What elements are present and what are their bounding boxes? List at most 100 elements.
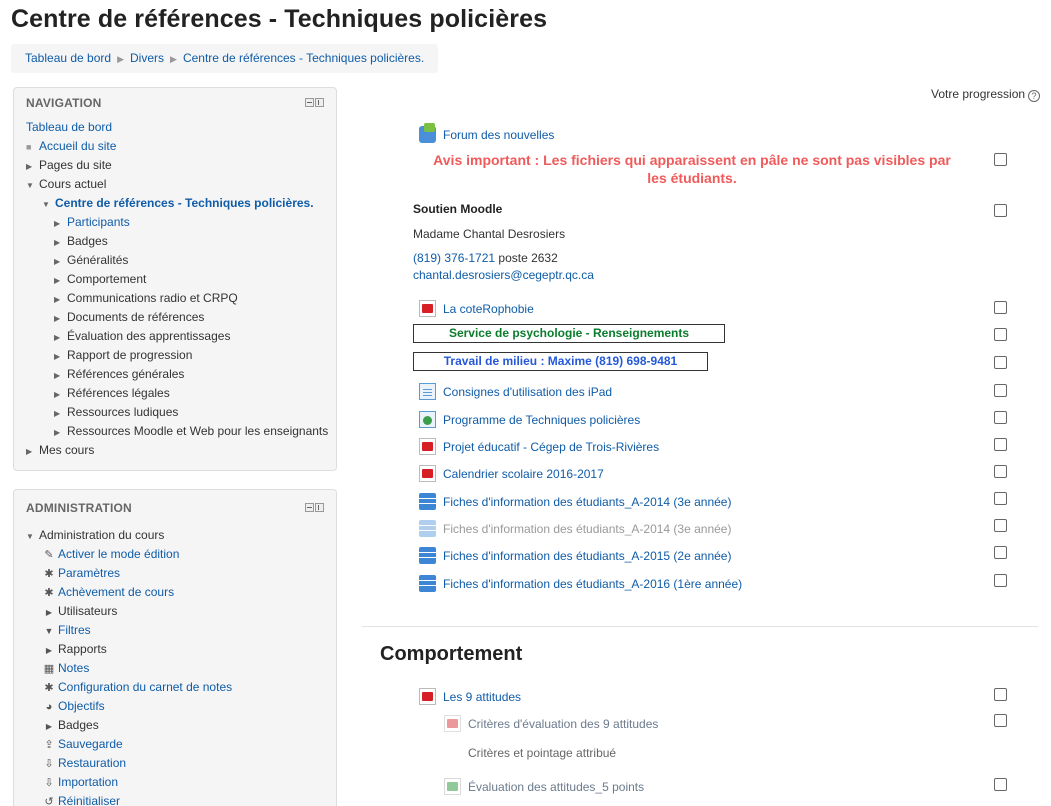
nav-course-name[interactable]: Centre de références - Techniques polici… — [55, 196, 314, 210]
completion-checkbox[interactable] — [994, 492, 1007, 505]
triangle-down-icon: ▼ — [26, 532, 34, 541]
admin-filters[interactable]: Filtres — [58, 623, 91, 637]
admin-reports[interactable]: ▶ Rapports — [26, 640, 324, 659]
admin-gradebook-setup[interactable]: Configuration du carnet de notes — [58, 680, 232, 694]
nav-ressources-ludiques[interactable]: ▶ Ressources ludiques — [26, 403, 324, 422]
admin-backup[interactable]: Sauvegarde — [58, 737, 123, 751]
navigation-tree: Tableau de bord ■ Accueil du site ▶ Pages … — [26, 118, 328, 460]
completion-checkbox[interactable] — [994, 328, 1007, 341]
reset-icon: ↺ — [44, 796, 54, 806]
fiche-2016-link[interactable]: Fiches d'information des étudiants_A-201… — [443, 577, 742, 591]
triangle-right-icon: ▶ — [54, 295, 61, 304]
triangle-right-icon: ▶ — [54, 352, 61, 361]
calendrier-link[interactable]: Calendrier scolaire 2016-2017 — [443, 467, 604, 481]
nav-documents[interactable]: ▶ Documents de références — [26, 308, 324, 327]
support-email-link[interactable]: chantal.desrosiers@cegeptr.qc.ca — [413, 268, 594, 282]
nav-site-pages[interactable]: ▶ Pages du site — [26, 156, 324, 175]
support-phone-line: (819) 376-1721 poste 2632 — [413, 251, 558, 265]
download-icon: ⇩ — [44, 777, 54, 789]
forum-news-link[interactable]: Forum des nouvelles — [443, 128, 554, 142]
nav-ressources-moodle[interactable]: ▶ Ressources Moodle et Web pour les ensei… — [26, 422, 328, 441]
pdf-icon — [419, 465, 436, 482]
completion-checkbox[interactable] — [994, 204, 1007, 217]
admin-outcomes[interactable]: Objectifs — [58, 699, 105, 713]
admin-users[interactable]: ▶ Utilisateurs — [26, 602, 324, 621]
admin-grades[interactable]: Notes — [58, 661, 89, 675]
page-icon — [419, 383, 436, 400]
fiche-2014-link[interactable]: Fiches d'information des étudiants_A-201… — [443, 495, 731, 509]
database-icon — [419, 547, 436, 564]
admin-reset[interactable]: Réinitialiser — [58, 794, 120, 806]
evaluation-attitudes-link[interactable]: Évaluation des attitudes_5 points — [468, 780, 644, 794]
completion-checkbox[interactable] — [994, 438, 1007, 451]
triangle-right-icon: ▶ — [54, 409, 61, 418]
fiche-2014-hidden-link[interactable]: Fiches d'information des étudiants_A-201… — [443, 522, 731, 536]
completion-checkbox[interactable] — [994, 153, 1007, 166]
nav-rapport[interactable]: ▶ Rapport de progression — [26, 346, 324, 365]
pencil-icon: ✎ — [44, 549, 54, 561]
section-divider — [362, 626, 1038, 627]
breadcrumb-dashboard[interactable]: Tableau de bord — [25, 51, 111, 65]
gear-icon: ✱ — [44, 568, 54, 580]
admin-course-administration[interactable]: ▼ Administration du cours — [26, 526, 324, 545]
admin-edit-mode[interactable]: Activer le mode édition — [58, 547, 179, 561]
nav-dashboard[interactable]: Tableau de bord — [26, 120, 112, 134]
breadcrumb-course[interactable]: Centre de références - Techniques polici… — [183, 51, 424, 65]
admin-import[interactable]: Importation — [58, 775, 118, 789]
completion-checkbox[interactable] — [994, 384, 1007, 397]
nav-my-courses[interactable]: ▶ Mes cours — [26, 441, 324, 460]
attitudes-link[interactable]: Les 9 attitudes — [443, 690, 521, 704]
completion-checkbox[interactable] — [994, 778, 1007, 791]
nav-badges[interactable]: ▶ Badges — [26, 232, 324, 251]
bullet-icon: ■ — [26, 142, 32, 152]
gear-icon: ✱ — [44, 587, 54, 599]
administration-block-title: ADMINISTRATION — [26, 501, 132, 515]
dock-block-icon[interactable] — [315, 98, 324, 107]
completion-checkbox[interactable] — [994, 574, 1007, 587]
completion-checkbox[interactable] — [994, 301, 1007, 314]
admin-settings[interactable]: Paramètres — [58, 566, 120, 580]
triangle-down-icon: ▼ — [26, 181, 34, 190]
projet-link[interactable]: Projet éducatif - Cégep de Trois-Rivière… — [443, 440, 659, 454]
admin-badges[interactable]: ▶ Badges — [26, 716, 324, 735]
nav-evaluation[interactable]: ▶ Évaluation des apprentissages — [26, 327, 324, 346]
upload-icon: ⇪ — [44, 739, 54, 751]
completion-checkbox[interactable] — [994, 356, 1007, 369]
admin-completion[interactable]: Achèvement de cours — [58, 585, 174, 599]
pie-icon: ◕ — [45, 701, 53, 713]
nav-generalites[interactable]: ▶ Généralités — [26, 251, 324, 270]
completion-checkbox[interactable] — [994, 688, 1007, 701]
nav-participants[interactable]: Participants — [67, 215, 130, 229]
milieu-work-label: Travail de milieu : Maxime (819) 698-948… — [413, 352, 708, 371]
breadcrumb-divers[interactable]: Divers — [130, 51, 164, 65]
completion-checkbox[interactable] — [994, 714, 1007, 727]
database-icon — [419, 575, 436, 592]
triangle-right-icon: ▶ — [54, 238, 61, 247]
support-phone-link[interactable]: (819) 376-1721 — [413, 251, 495, 265]
completion-checkbox[interactable] — [994, 519, 1007, 532]
minimize-block-icon[interactable] — [305, 98, 314, 107]
nav-current-course[interactable]: ▼ Cours actuel — [26, 175, 324, 194]
programme-link[interactable]: Programme de Techniques policières — [443, 413, 640, 427]
nav-site-home[interactable]: Accueil du site — [39, 139, 116, 153]
nav-references-legales[interactable]: ▶ Références légales — [26, 384, 324, 403]
completion-checkbox[interactable] — [994, 465, 1007, 478]
completion-checkbox[interactable] — [994, 546, 1007, 559]
cote-link[interactable]: La coteRophobie — [443, 302, 534, 316]
criteres-link[interactable]: Critères d'évaluation des 9 attitudes — [468, 717, 658, 731]
psychology-service-label: Service de psychologie - Renseignements — [413, 324, 725, 343]
fiche-2015-link[interactable]: Fiches d'information des étudiants_A-201… — [443, 549, 731, 563]
minimize-block-icon[interactable] — [305, 503, 314, 512]
ipad-link[interactable]: Consignes d'utilisation des iPad — [443, 385, 612, 399]
admin-restore[interactable]: Restauration — [58, 756, 126, 770]
help-icon[interactable]: ? — [1028, 90, 1041, 102]
triangle-right-icon: ▶ — [45, 722, 53, 731]
nav-communications[interactable]: ▶ Communications radio et CRPQ — [26, 289, 324, 308]
nav-comportement[interactable]: ▶ Comportement — [26, 270, 324, 289]
triangle-right-icon: ▶ — [54, 257, 61, 266]
triangle-right-icon: ▶ — [26, 447, 33, 456]
nav-references-generales[interactable]: ▶ Références générales — [26, 365, 324, 384]
dock-block-icon[interactable] — [315, 503, 324, 512]
database-icon — [419, 493, 436, 510]
completion-checkbox[interactable] — [994, 411, 1007, 424]
